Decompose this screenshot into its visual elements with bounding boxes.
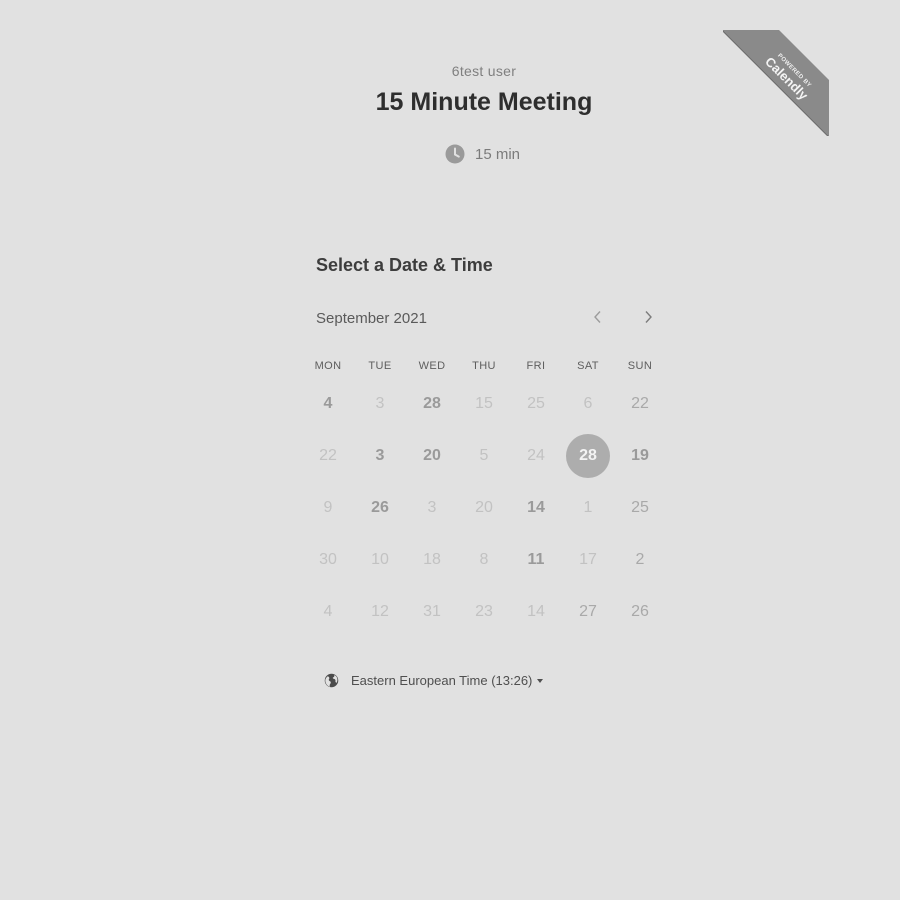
weekday-label-thu: THU <box>472 360 496 372</box>
day-cell: 5 <box>458 430 510 482</box>
calendar-grid: 4 3 28 15 25 6 22 22 3 20 5 24 28 19 9 26 3 20 14 1 25 30 10 18… <box>302 378 666 638</box>
calendar-week-row: 4 3 28 15 25 6 22 <box>302 378 666 430</box>
day-number: 30 <box>319 551 337 568</box>
calendar-week-row: 22 3 20 5 24 28 19 <box>302 430 666 482</box>
day-cell: 14 <box>510 586 562 638</box>
day-button[interactable]: 20 <box>406 430 458 482</box>
weekday-label-mon: MON <box>314 360 342 372</box>
month-label: September 2021 <box>316 310 427 327</box>
day-number: 3 <box>375 447 385 464</box>
day-number: 28 <box>423 395 441 412</box>
day-button[interactable]: 3 <box>354 430 406 482</box>
day-cell: 2 <box>614 534 666 586</box>
day-number: 26 <box>631 603 649 620</box>
day-cell: 24 <box>510 430 562 482</box>
previous-month-button[interactable] <box>588 309 608 329</box>
day-cell: 12 <box>354 586 406 638</box>
day-number: 8 <box>479 551 489 568</box>
day-cell: 22 <box>614 378 666 430</box>
day-number: 14 <box>527 499 545 516</box>
day-cell: 3 <box>406 482 458 534</box>
globe-icon <box>324 673 339 688</box>
day-number: 10 <box>371 551 389 568</box>
select-date-time-heading: Select a Date & Time <box>316 255 493 275</box>
day-number: 22 <box>631 395 649 412</box>
day-cell: 10 <box>354 534 406 586</box>
weekday-label-sat: SAT <box>577 360 599 372</box>
powered-by-calendly-ribbon[interactable]: POWERED BY Calendly <box>723 30 829 136</box>
chevron-right-icon <box>643 310 653 329</box>
day-cell: 17 <box>562 534 614 586</box>
day-number: 20 <box>475 499 493 516</box>
calendar-week-row: 4 12 31 23 14 27 26 <box>302 586 666 638</box>
day-number: 12 <box>371 603 389 620</box>
calendar-week-row: 30 10 18 8 11 17 2 <box>302 534 666 586</box>
day-number: 1 <box>583 499 593 516</box>
day-button[interactable]: 4 <box>302 378 354 430</box>
day-number: 28 <box>566 434 610 478</box>
day-cell: 23 <box>458 586 510 638</box>
day-number: 3 <box>375 395 385 412</box>
day-number: 4 <box>323 603 333 620</box>
duration-label: 15 min <box>475 145 521 163</box>
day-cell: 31 <box>406 586 458 638</box>
day-cell: 3 <box>354 378 406 430</box>
day-number: 23 <box>475 603 493 620</box>
day-number: 20 <box>423 447 441 464</box>
day-cell: 9 <box>302 482 354 534</box>
caret-down-icon <box>537 678 544 683</box>
calendar-week-row: 9 26 3 20 14 1 25 <box>302 482 666 534</box>
timezone-label: Eastern European Time (13:26) <box>351 673 533 688</box>
day-number: 19 <box>631 447 649 464</box>
day-number: 15 <box>475 395 493 412</box>
selected-day-button[interactable]: 28 <box>562 430 614 482</box>
chevron-left-icon <box>593 310 603 329</box>
day-number: 31 <box>423 603 441 620</box>
day-cell: 4 <box>302 586 354 638</box>
booking-page: 6test user 15 Minute Meeting 15 min POWE… <box>0 0 900 900</box>
day-cell: 26 <box>614 586 666 638</box>
weekday-label-tue: TUE <box>368 360 392 372</box>
day-number: 18 <box>423 551 441 568</box>
day-number: 24 <box>527 447 545 464</box>
clock-icon <box>445 144 465 164</box>
day-cell: 8 <box>458 534 510 586</box>
day-button[interactable]: 19 <box>614 430 666 482</box>
day-cell: 15 <box>458 378 510 430</box>
day-number: 27 <box>579 603 597 620</box>
day-number: 17 <box>579 551 597 568</box>
day-cell: 25 <box>614 482 666 534</box>
timezone-selector[interactable]: Eastern European Time (13:26) <box>324 673 544 688</box>
day-cell: 22 <box>302 430 354 482</box>
day-number: 2 <box>635 551 645 568</box>
next-month-button[interactable] <box>638 309 658 329</box>
day-button[interactable]: 26 <box>354 482 406 534</box>
day-number: 25 <box>527 395 545 412</box>
weekday-label-wed: WED <box>418 360 446 372</box>
day-number: 4 <box>323 395 333 412</box>
day-number: 11 <box>527 551 545 568</box>
day-number: 6 <box>583 395 593 412</box>
day-number: 22 <box>319 447 337 464</box>
weekday-label-fri: FRI <box>526 360 546 372</box>
day-button[interactable]: 11 <box>510 534 562 586</box>
day-cell: 6 <box>562 378 614 430</box>
day-number: 14 <box>527 603 545 620</box>
day-button[interactable]: 14 <box>510 482 562 534</box>
day-cell: 20 <box>458 482 510 534</box>
day-button[interactable]: 28 <box>406 378 458 430</box>
day-cell: 1 <box>562 482 614 534</box>
weekday-label-sun: SUN <box>627 360 653 372</box>
event-duration: 15 min <box>445 143 520 165</box>
day-cell: 27 <box>562 586 614 638</box>
day-number: 3 <box>427 499 437 516</box>
weekday-header: MON TUE WED THU FRI SAT SUN <box>302 360 666 372</box>
day-cell: 25 <box>510 378 562 430</box>
day-cell: 18 <box>406 534 458 586</box>
day-cell: 30 <box>302 534 354 586</box>
day-number: 9 <box>323 499 333 516</box>
day-number: 5 <box>479 447 489 464</box>
day-number: 25 <box>631 499 649 516</box>
day-number: 26 <box>371 499 389 516</box>
